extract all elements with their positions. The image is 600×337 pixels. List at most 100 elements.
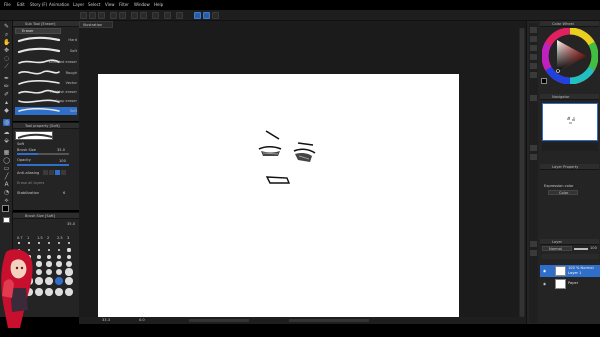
brush-size-preset-dot[interactable] xyxy=(45,288,53,296)
sub-tool-brush-item[interactable]: Kneaded eraser xyxy=(15,58,77,66)
brush-size-preset-dot[interactable] xyxy=(65,268,73,276)
paper-visibility-icon[interactable]: ◉ xyxy=(543,282,546,286)
brush-size-preset-dot[interactable] xyxy=(47,255,51,259)
aa-weak-button[interactable] xyxy=(49,170,54,175)
aa-medium-button[interactable] xyxy=(55,170,60,175)
text-icon[interactable]: A xyxy=(3,181,10,188)
brush-size-preset-dot[interactable] xyxy=(48,242,50,244)
fill-icon[interactable] xyxy=(152,12,159,19)
pen-icon[interactable]: ✎ xyxy=(3,23,10,30)
horizontal-scrollbar-thumb[interactable] xyxy=(289,319,369,322)
layer-opacity-value[interactable]: 100 xyxy=(590,246,597,250)
menu-edit[interactable]: Edit xyxy=(17,2,25,7)
airbrush-icon[interactable]: ▴ xyxy=(3,99,10,106)
fill-icon[interactable]: ⬙ xyxy=(3,137,10,144)
opacity-slider[interactable] xyxy=(17,164,69,166)
snap-special-ruler-icon[interactable] xyxy=(203,12,210,19)
sub-tool-brush-item[interactable]: Soft xyxy=(15,47,77,55)
balloon-icon[interactable]: ◔ xyxy=(3,189,10,196)
brush-size-preset-dot[interactable] xyxy=(66,261,72,267)
brush-size-slider[interactable] xyxy=(17,153,69,155)
brush-size-preset-dot[interactable] xyxy=(65,288,73,296)
eyedropper-icon[interactable]: ⟋ xyxy=(3,63,10,70)
erase-all-layers-label[interactable]: Erase all layers xyxy=(17,181,44,185)
clear-icon[interactable] xyxy=(131,12,138,19)
expression-color-select[interactable]: Color xyxy=(548,190,578,195)
stabilization-value[interactable]: 6 xyxy=(63,191,65,195)
menu-window[interactable]: Window xyxy=(134,2,150,7)
invert-icon[interactable] xyxy=(176,12,183,19)
navigator-tab-icon[interactable] xyxy=(530,95,537,101)
color-set-tab-icon[interactable] xyxy=(530,45,537,51)
layer-search-tab-icon[interactable] xyxy=(530,250,537,256)
menu-filter[interactable]: Filter xyxy=(119,2,129,7)
sub-tool-brush-item[interactable]: Vector xyxy=(15,79,77,87)
horizontal-scrollbar[interactable] xyxy=(189,319,249,322)
eraser-active-icon[interactable]: ◍ xyxy=(3,119,10,126)
opacity-value[interactable]: 100 xyxy=(59,159,66,163)
save-icon[interactable] xyxy=(98,12,105,19)
sub-tool-brush-item[interactable]: Rough xyxy=(15,69,77,77)
menu-layer[interactable]: Layer xyxy=(73,2,84,7)
menu-story[interactable]: Story (F) xyxy=(30,2,47,7)
sub-tool-brush-item[interactable]: Hard xyxy=(15,36,77,44)
aa-strong-button[interactable] xyxy=(61,170,66,175)
brush-size-preset-dot[interactable] xyxy=(67,241,71,245)
snap-ruler-icon[interactable] xyxy=(194,12,201,19)
navigator-preview[interactable] xyxy=(542,103,598,141)
menu-animation[interactable]: Animation xyxy=(49,2,69,7)
brush-size-preset-dot[interactable] xyxy=(55,268,63,276)
undo-icon[interactable] xyxy=(110,12,117,19)
color-wheel-tab-icon[interactable] xyxy=(530,27,537,33)
hand-icon[interactable]: ✋ xyxy=(3,39,10,46)
brush-size-preset-dot[interactable] xyxy=(45,277,53,285)
blend-mode-select[interactable]: Normal xyxy=(542,246,572,251)
canvas-paper[interactable] xyxy=(98,74,459,321)
canvas-vertical-scrollbar[interactable] xyxy=(519,28,525,317)
brush-size-preset-dot[interactable] xyxy=(56,254,62,260)
brush-size-preset-dot[interactable] xyxy=(67,248,71,252)
intermediate-color-tab-icon[interactable] xyxy=(530,54,537,60)
approximate-color-tab-icon[interactable] xyxy=(530,63,537,69)
frame-icon[interactable]: ▭ xyxy=(3,165,10,172)
pencil-icon[interactable]: ✏ xyxy=(3,83,10,90)
eraser-icon[interactable]: ◆ xyxy=(3,107,10,114)
brush-size-preset-dot[interactable] xyxy=(47,248,51,252)
gradient-icon[interactable]: ▦ xyxy=(3,149,10,156)
brush-size-preset-dot[interactable] xyxy=(57,248,61,252)
new-icon[interactable] xyxy=(80,12,87,19)
deselect-icon[interactable] xyxy=(164,12,171,19)
navigator-controls[interactable] xyxy=(542,143,598,151)
magnifier-icon[interactable]: ⌕ xyxy=(3,31,10,38)
item-bank-tab-icon[interactable] xyxy=(530,154,537,160)
blend-icon[interactable]: ☁ xyxy=(3,129,10,136)
open-icon[interactable] xyxy=(89,12,96,19)
brush-size-value[interactable]: 35.0 xyxy=(57,148,65,152)
brush-size-preset-dot[interactable] xyxy=(18,242,20,244)
rotation-value[interactable]: 0.0 xyxy=(139,318,145,322)
layer-row-layer1[interactable]: ◉ 100 % Normal Layer 1 xyxy=(540,265,600,277)
color-wheel[interactable] xyxy=(542,28,598,84)
sub-tool-brush-item[interactable]: Snap eraser xyxy=(15,97,77,105)
menu-file[interactable]: File xyxy=(4,2,11,7)
brush-size-preset-dot[interactable] xyxy=(56,261,62,267)
aa-none-button[interactable] xyxy=(43,170,48,175)
sub-tool-group-tab[interactable]: Eraser xyxy=(15,28,61,34)
brush-size-preset-dot[interactable] xyxy=(45,268,53,276)
move-icon[interactable]: ✥ xyxy=(3,47,10,54)
transparent-color-swatch[interactable] xyxy=(3,217,10,223)
ruler-icon[interactable]: ╱ xyxy=(3,173,10,180)
brush-size-preset-dot[interactable] xyxy=(46,261,52,267)
layer-toolbar[interactable] xyxy=(542,254,599,259)
correction-icon[interactable]: ⟡ xyxy=(3,197,10,204)
brush-size-preset-dot[interactable] xyxy=(55,277,63,285)
sub-tool-brush-item[interactable]: Rubbish eraser xyxy=(15,88,77,96)
sub-view-tab-icon[interactable] xyxy=(530,145,537,151)
layer-visibility-icon[interactable]: ◉ xyxy=(543,269,546,273)
brush-size-preset-dot[interactable] xyxy=(38,242,40,244)
layer-opacity-slider[interactable] xyxy=(574,248,588,250)
layer-tab-icon[interactable] xyxy=(530,241,537,247)
zoom-value[interactable]: 33.3 xyxy=(102,318,110,322)
color-history-tab-icon[interactable] xyxy=(530,72,537,78)
brush-size-preset-dot[interactable] xyxy=(66,254,72,260)
